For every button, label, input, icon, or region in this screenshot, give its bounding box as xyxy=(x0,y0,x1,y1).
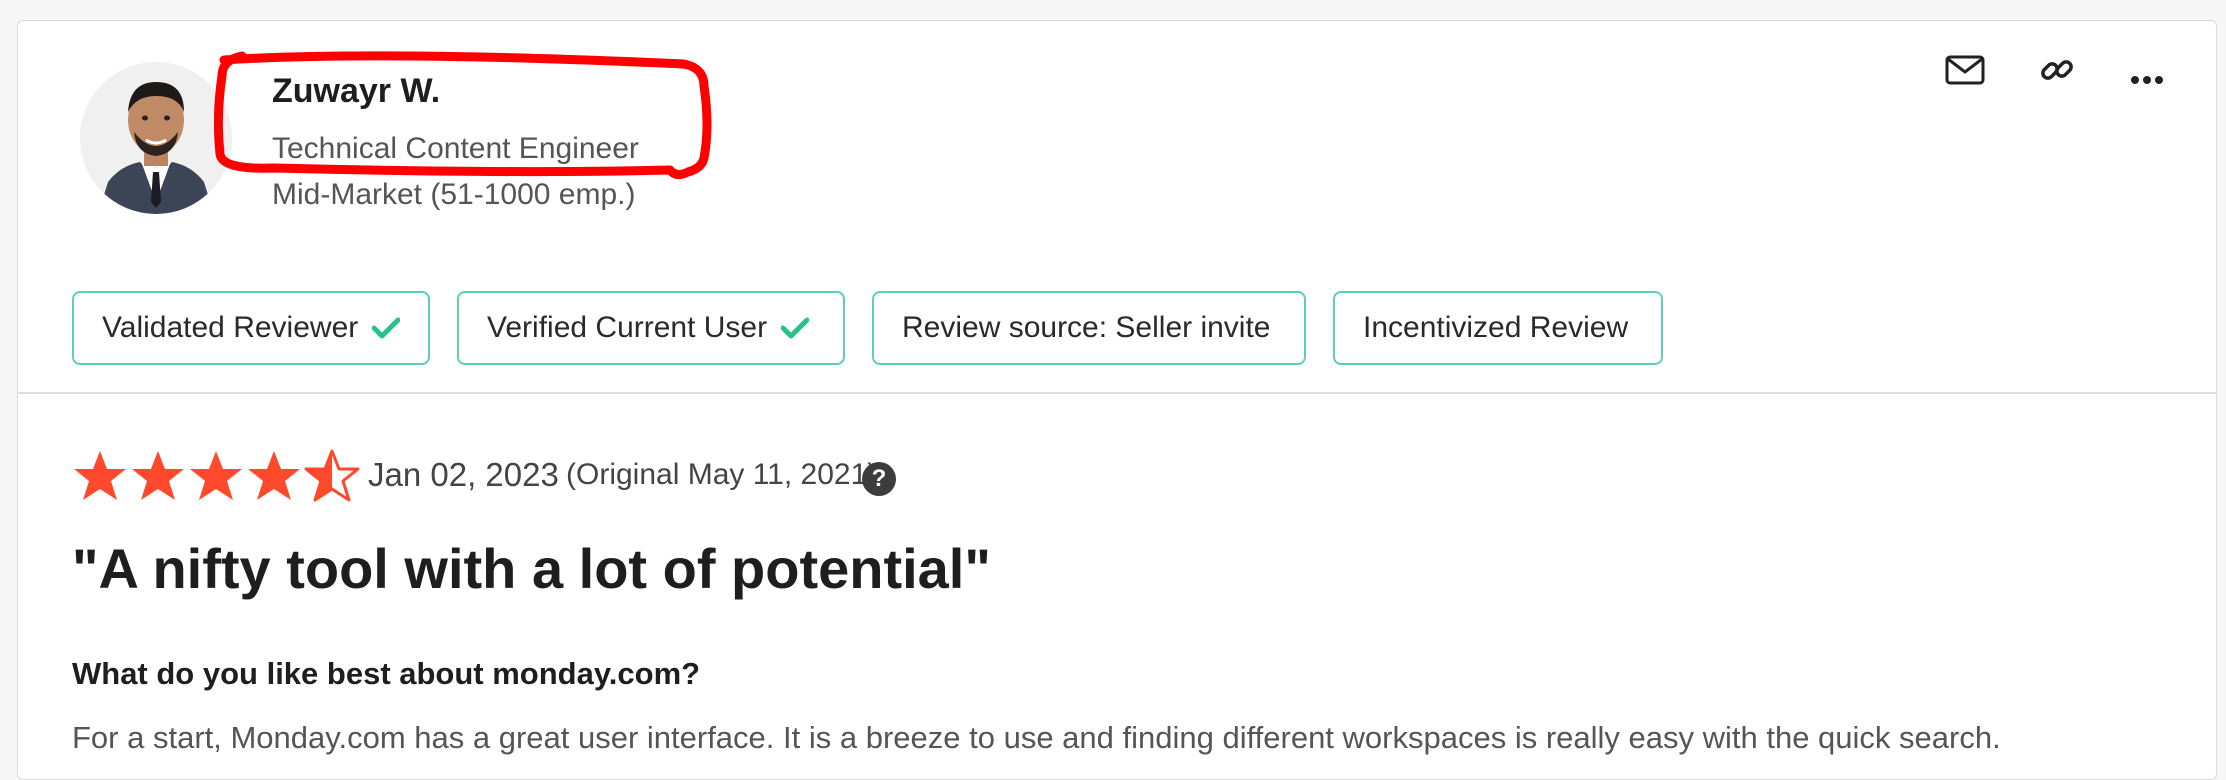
review-answer: For a start, Monday.com has a great user… xyxy=(72,720,2001,755)
check-icon xyxy=(781,317,810,339)
star-full-icon xyxy=(74,451,126,500)
badge-label: Review source: Seller invite xyxy=(902,311,1271,344)
reviewer-name[interactable]: Zuwayr W. xyxy=(272,72,440,111)
help-icon[interactable]: ? xyxy=(862,462,896,496)
check-icon xyxy=(372,317,401,339)
reviewer-company-segment: Mid-Market (51-1000 emp.) xyxy=(272,178,636,211)
section-divider xyxy=(17,392,2217,394)
link-icon[interactable] xyxy=(2035,48,2079,92)
star-full-icon xyxy=(132,451,184,500)
original-review-date: (Original May 11, 2021) xyxy=(566,458,878,491)
star-rating xyxy=(72,448,362,506)
reviewer-job-title: Technical Content Engineer xyxy=(272,132,639,165)
badge-verified-current-user[interactable]: Verified Current User xyxy=(457,291,845,365)
star-full-icon xyxy=(190,451,242,500)
badge-validated-reviewer[interactable]: Validated Reviewer xyxy=(72,291,430,365)
badge-label: Verified Current User xyxy=(487,311,768,344)
star-half-icon xyxy=(304,449,360,502)
badge-label: Validated Reviewer xyxy=(102,311,359,344)
more-icon[interactable] xyxy=(2125,58,2169,102)
review-question: What do you like best about monday.com? xyxy=(72,656,701,691)
avatar-photo xyxy=(80,62,232,214)
review-date: Jan 02, 2023 xyxy=(368,456,559,493)
badge-review-source[interactable]: Review source: Seller invite xyxy=(872,291,1306,365)
badge-label: Incentivized Review xyxy=(1363,311,1629,344)
review-headline: "A nifty tool with a lot of potential" xyxy=(72,537,991,600)
mail-icon[interactable] xyxy=(1943,48,1987,92)
reviewer-avatar[interactable] xyxy=(80,62,232,214)
badge-incentivized-review[interactable]: Incentivized Review xyxy=(1333,291,1663,365)
star-full-icon xyxy=(248,451,300,500)
